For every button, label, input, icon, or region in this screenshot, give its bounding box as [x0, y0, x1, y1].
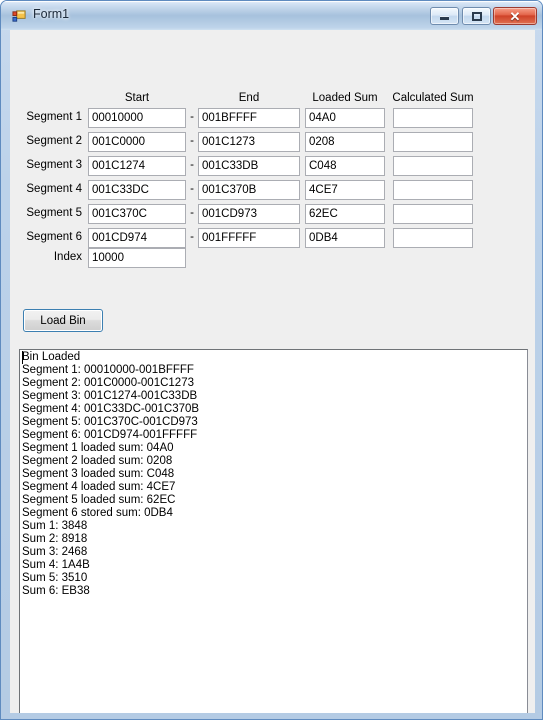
segment-2-start-input[interactable] — [88, 132, 186, 152]
segment-6-calculated-sum-input[interactable] — [393, 228, 473, 248]
segment-row-label: Segment 1 — [26, 111, 82, 123]
range-separator: - — [190, 159, 194, 171]
minimize-icon — [431, 8, 458, 24]
log-line: Segment 6: 001CD974-001FFFFF — [22, 429, 198, 441]
segment-5-start-input[interactable] — [88, 204, 186, 224]
segment-1-calculated-sum-input[interactable] — [393, 108, 473, 128]
maximize-button[interactable] — [462, 7, 491, 25]
segment-4-end-input[interactable] — [198, 180, 300, 200]
log-line: Sum 1: 3848 — [22, 520, 88, 532]
form-client-area: Start End Loaded Sum Calculated Sum Segm… — [10, 30, 535, 713]
segment-4-start-input[interactable] — [88, 180, 186, 200]
range-separator: - — [190, 111, 194, 123]
minimize-button[interactable] — [430, 7, 459, 25]
log-line: Segment 3 loaded sum: C048 — [22, 468, 175, 480]
segment-2-calculated-sum-input[interactable] — [393, 132, 473, 152]
segment-3-calculated-sum-input[interactable] — [393, 156, 473, 176]
application-window: Form1 ✕ Start End Loaded Sum Calculated … — [0, 0, 543, 720]
segment-6-end-input[interactable] — [198, 228, 300, 248]
segment-5-loaded-sum-input[interactable] — [305, 204, 385, 224]
column-header-loaded-sum: Loaded Sum — [312, 92, 378, 104]
segment-2-loaded-sum-input[interactable] — [305, 132, 385, 152]
segment-row-label: Segment 6 — [26, 231, 82, 243]
title-bar[interactable]: Form1 ✕ — [1, 1, 542, 30]
segment-row-label: Segment 5 — [26, 207, 82, 219]
vb-form-icon — [12, 10, 26, 22]
log-output-textbox[interactable]: Bin Loaded Segment 1: 00010000-001BFFFF Se… — [19, 349, 528, 713]
log-line: Segment 2: 001C0000-001C1273 — [22, 377, 194, 389]
log-line: Segment 5: 001C370C-001CD973 — [22, 416, 198, 428]
log-line: Segment 1: 00010000-001BFFFF — [22, 364, 194, 376]
close-icon: ✕ — [509, 8, 521, 24]
window-title: Form1 — [33, 7, 70, 21]
log-output-content: Bin Loaded Segment 1: 00010000-001BFFFF Se… — [22, 351, 525, 713]
log-line: Sum 2: 8918 — [22, 533, 88, 545]
segment-1-loaded-sum-input[interactable] — [305, 108, 385, 128]
column-header-end: End — [238, 92, 260, 104]
segment-4-loaded-sum-input[interactable] — [305, 180, 385, 200]
log-line: Sum 4: 1A4B — [22, 559, 90, 571]
log-line: Segment 2 loaded sum: 0208 — [22, 455, 173, 467]
maximize-icon — [463, 8, 490, 24]
log-line: Segment 6 stored sum: 0DB4 — [22, 507, 173, 519]
index-label: Index — [53, 251, 82, 263]
segment-4-calculated-sum-input[interactable] — [393, 180, 473, 200]
range-separator: - — [190, 231, 194, 243]
segment-1-start-input[interactable] — [88, 108, 186, 128]
segment-3-start-input[interactable] — [88, 156, 186, 176]
range-separator: - — [190, 207, 194, 219]
log-line: Segment 1 loaded sum: 04A0 — [22, 442, 174, 454]
segment-5-end-input[interactable] — [198, 204, 300, 224]
title-bar-highlight — [2, 1, 542, 2]
segment-row-label: Segment 2 — [26, 135, 82, 147]
segment-3-loaded-sum-input[interactable] — [305, 156, 385, 176]
segment-2-end-input[interactable] — [198, 132, 300, 152]
log-line: Bin Loaded — [22, 351, 81, 363]
log-line: Segment 3: 001C1274-001C33DB — [22, 390, 198, 402]
segment-row-label: Segment 4 — [26, 183, 82, 195]
range-separator: - — [190, 183, 194, 195]
load-bin-button[interactable]: Load Bin — [23, 309, 103, 332]
log-line: Segment 5 loaded sum: 62EC — [22, 494, 176, 506]
column-header-start: Start — [124, 92, 150, 104]
range-separator: - — [190, 135, 194, 147]
log-line: Segment 4 loaded sum: 4CE7 — [22, 481, 176, 493]
close-button[interactable]: ✕ — [493, 7, 537, 25]
column-header-calculated-sum: Calculated Sum — [392, 92, 474, 104]
log-line: Sum 6: EB38 — [22, 585, 90, 597]
segment-row-label: Segment 3 — [26, 159, 82, 171]
segment-5-calculated-sum-input[interactable] — [393, 204, 473, 224]
log-line: Segment 4: 001C33DC-001C370B — [22, 403, 200, 415]
log-line: Sum 3: 2468 — [22, 546, 88, 558]
log-line: Sum 5: 3510 — [22, 572, 88, 584]
segment-3-end-input[interactable] — [198, 156, 300, 176]
segment-1-end-input[interactable] — [198, 108, 300, 128]
index-input[interactable] — [88, 248, 186, 268]
segment-6-loaded-sum-input[interactable] — [305, 228, 385, 248]
segment-6-start-input[interactable] — [88, 228, 186, 248]
